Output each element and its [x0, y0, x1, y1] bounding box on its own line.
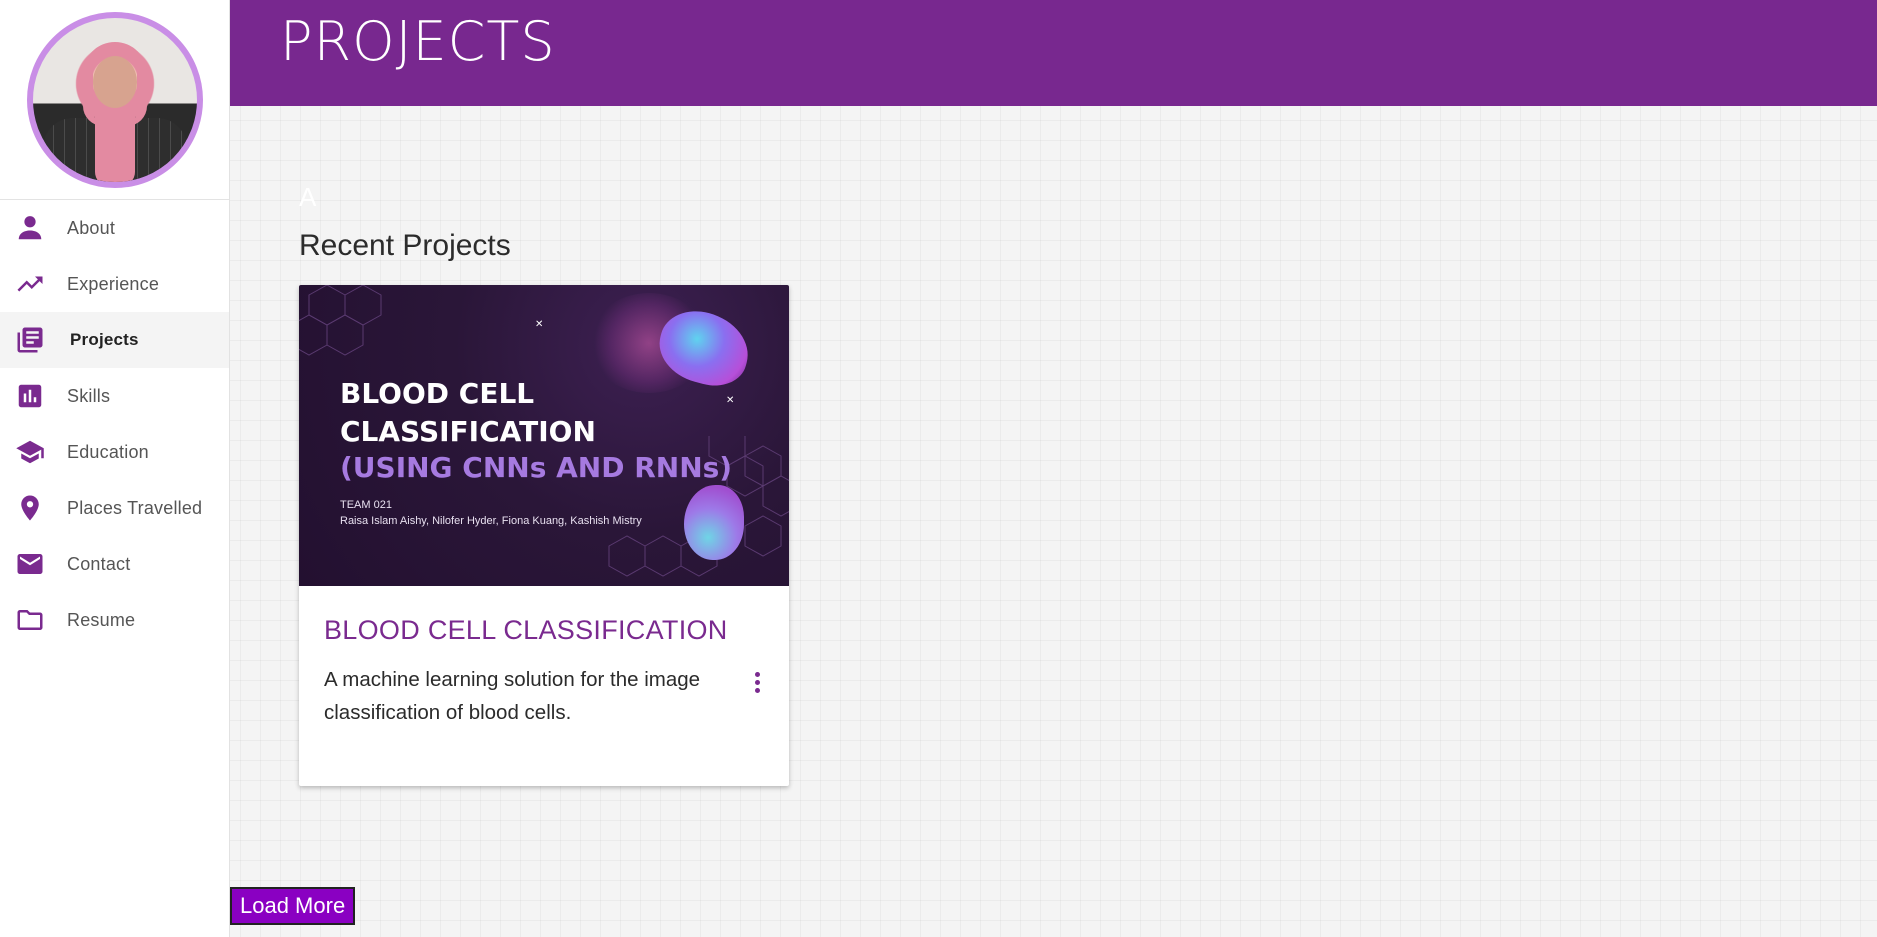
gradient-blob-bottom [684, 485, 744, 560]
sidebar-item-projects[interactable]: Projects [0, 312, 229, 368]
sidebar-item-label: Contact [67, 553, 131, 574]
avatar-jacket-right [126, 117, 187, 182]
sidebar-item-about[interactable]: About [0, 200, 229, 256]
project-title: BLOOD CELL CLASSIFICATION [324, 615, 728, 645]
sidebar-item-label: Projects [70, 330, 139, 349]
sidebar-item-label: Education [67, 441, 149, 462]
section-title: Recent Projects [299, 229, 511, 262]
person-icon [14, 212, 46, 244]
sidebar-item-label: Skills [67, 385, 111, 406]
hexagon-pattern-top-left [299, 285, 382, 356]
graduation-cap-icon [14, 436, 46, 468]
avatar-container [0, 0, 229, 200]
image-subtitle: (USING CNNs AND RNNs) [340, 451, 733, 484]
image-authors: Raisa Islam Aishy, Nilofer Hyder, Fiona … [340, 515, 642, 527]
more-dot [754, 687, 760, 693]
project-description: A machine learning solution for the imag… [324, 668, 701, 724]
sparkle-icon: ✕ [726, 395, 735, 406]
load-more-button[interactable]: Load More [230, 887, 356, 925]
sidebar-item-label: Resume [67, 609, 136, 630]
sparkle-icon: ✕ [535, 319, 544, 330]
ghost-letter: A [299, 182, 317, 212]
more-dot [754, 679, 760, 685]
avatar [26, 11, 203, 188]
more-dot [754, 671, 760, 677]
project-card[interactable]: ✕ ✕ BLOOD CELL CLASSIFICATION (USING CNN… [299, 285, 789, 786]
sidebar-item-education[interactable]: Education [0, 424, 229, 480]
more-vert-icon[interactable] [745, 667, 769, 697]
sidebar: About Experience Projects Skills Educati… [0, 0, 230, 937]
page-title: PROJECTS [280, 10, 556, 73]
sidebar-item-label: Experience [67, 273, 160, 294]
bar-chart-icon [14, 380, 46, 412]
sidebar-item-resume[interactable]: Resume [0, 592, 229, 648]
image-title-line-2: CLASSIFICATION [340, 415, 596, 448]
image-title-line-1: BLOOD CELL [340, 377, 535, 410]
mail-icon [14, 548, 46, 580]
image-title: BLOOD CELL CLASSIFICATION [340, 375, 596, 451]
library-books-icon [14, 324, 46, 356]
folder-icon [14, 604, 46, 636]
avatar-jacket-left [42, 117, 103, 182]
image-team: TEAM 021 [340, 499, 392, 511]
sidebar-item-skills[interactable]: Skills [0, 368, 229, 424]
sidebar-item-label: Places Travelled [67, 497, 203, 518]
sidebar-item-experience[interactable]: Experience [0, 256, 229, 312]
trending-up-icon [14, 268, 46, 300]
location-pin-icon [14, 492, 46, 524]
page-header: PROJECTS [230, 0, 1877, 106]
sidebar-item-label: About [67, 217, 116, 238]
project-card-image[interactable]: ✕ ✕ BLOOD CELL CLASSIFICATION (USING CNN… [299, 285, 789, 586]
sidebar-item-places-travelled[interactable]: Places Travelled [0, 480, 229, 536]
sidebar-item-contact[interactable]: Contact [0, 536, 229, 592]
sidebar-nav: About Experience Projects Skills Educati… [0, 200, 229, 648]
avatar-face [92, 55, 137, 108]
